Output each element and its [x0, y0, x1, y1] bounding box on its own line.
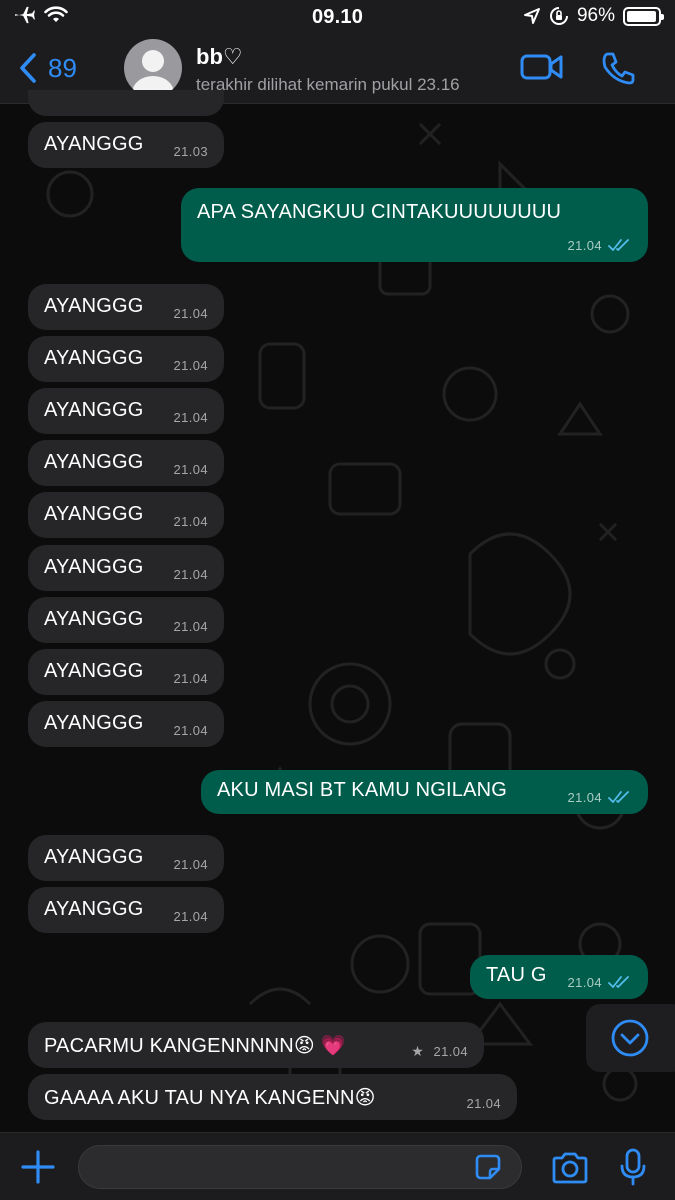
message-text: APA SAYANGKUU CINTAKUUUUUUUU — [197, 201, 562, 223]
chevron-left-icon — [20, 53, 36, 83]
avatar[interactable] — [124, 39, 182, 97]
incoming-message[interactable]: AYANGGG 21.04 — [28, 545, 224, 591]
microphone-icon[interactable] — [618, 1147, 648, 1187]
message-time: 21.04 — [173, 671, 208, 686]
message-time: 21.04 — [567, 238, 602, 253]
incoming-message[interactable]: AYANGGG 21.04 — [28, 492, 224, 538]
outgoing-message[interactable]: AKU MASI BT KAMU NGILANG 21.04 — [201, 770, 648, 814]
default-avatar-icon — [132, 50, 174, 93]
message-time: 21.04 — [173, 857, 208, 872]
incoming-message[interactable]: PACARMU KANGENNNNN😡 💗 21.04 ★ — [28, 1022, 484, 1068]
message-time: 21.04 — [173, 358, 208, 373]
message-time: 21.04 — [173, 567, 208, 582]
contact-name[interactable]: bb♡ — [196, 44, 243, 70]
incoming-message[interactable]: AYANGGG 21.04 — [28, 649, 224, 695]
incoming-message[interactable]: AYANGGG 21.03 — [28, 122, 224, 168]
read-receipt-icon — [608, 791, 629, 803]
incoming-message[interactable]: AYANGGG 21.04 — [28, 597, 224, 643]
incoming-message[interactable]: AYANGGG 21.04 — [28, 835, 224, 881]
back-button[interactable]: 89 — [18, 52, 77, 84]
message-text: AYANGGG — [44, 451, 144, 473]
message-time: 21.04 — [173, 619, 208, 634]
message-text: TAU G — [486, 964, 547, 986]
location-icon — [523, 8, 540, 24]
message-time: 21.04 — [173, 306, 208, 321]
message-text: AYANGGG — [44, 503, 144, 525]
message-text: AYANGGG — [44, 347, 144, 369]
message-text: AYANGGG — [44, 846, 144, 868]
message-time: 21.04 — [173, 723, 208, 738]
video-call-icon[interactable] — [520, 51, 564, 83]
message-text: AYANGGG — [44, 295, 144, 317]
message-text: AYANGGG — [44, 898, 144, 920]
camera-icon[interactable] — [550, 1151, 590, 1185]
message-time: 21.04 — [173, 909, 208, 924]
message-time: 21.04 — [567, 790, 602, 805]
incoming-message[interactable]: AYANGGG 21.04 — [28, 388, 224, 434]
message-time: 21.04 — [433, 1044, 468, 1059]
incoming-message[interactable]: AYANGGG 21.04 — [28, 440, 224, 486]
last-seen-status: terakhir dilihat kemarin pukul 23.16 — [196, 75, 460, 94]
read-receipt-icon — [608, 976, 629, 988]
message-time: 21.03 — [173, 144, 208, 159]
message-time: 21.04 — [567, 975, 602, 990]
incoming-message[interactable]: AYANGGG 21.04 — [28, 336, 224, 382]
incoming-message[interactable]: AYANGGG 21.04 — [28, 284, 224, 330]
message-text: PACARMU KANGENNNNN😡 💗 — [44, 1035, 346, 1057]
incoming-message[interactable]: AYANGGG 21.04 — [28, 887, 224, 933]
message-time: 21.04 — [466, 1096, 501, 1111]
message-text: AYANGGG — [44, 399, 144, 421]
battery-icon — [623, 6, 664, 26]
scroll-to-bottom-button[interactable] — [586, 1004, 675, 1072]
message-text: AYANGGG — [44, 608, 144, 630]
message-text: AYANGGG — [44, 556, 144, 578]
message-time: 21.04 — [173, 410, 208, 425]
message-bubble-partial — [28, 90, 224, 116]
incoming-message[interactable]: GAAAA AKU TAU NYA KANGENN😡 21.04 — [28, 1074, 517, 1120]
message-input[interactable] — [78, 1145, 522, 1189]
status-right: 96% — [523, 5, 664, 27]
message-text: AYANGGG — [44, 660, 144, 682]
incoming-message[interactable]: AYANGGG 21.04 — [28, 701, 224, 747]
chevron-down-circle-icon — [611, 1019, 649, 1057]
message-composer — [0, 1132, 675, 1200]
rotation-lock-icon — [550, 7, 568, 25]
unread-count: 89 — [48, 52, 77, 83]
star-icon: ★ — [411, 1043, 424, 1059]
outgoing-message[interactable]: TAU G 21.04 — [470, 955, 648, 999]
message-text: AYANGGG — [44, 712, 144, 734]
plus-icon[interactable] — [20, 1149, 56, 1185]
message-text: GAAAA AKU TAU NYA KANGENN😡 — [44, 1087, 376, 1109]
status-bar: 09.10 96% — [0, 0, 675, 34]
battery-fill — [627, 10, 656, 22]
message-text: AYANGGG — [44, 133, 144, 155]
phone-icon[interactable] — [600, 51, 636, 85]
sticker-icon[interactable] — [473, 1152, 503, 1182]
read-receipt-icon — [608, 239, 629, 251]
message-time: 21.04 — [173, 514, 208, 529]
message-time: 21.04 — [173, 462, 208, 477]
message-text: AKU MASI BT KAMU NGILANG — [217, 779, 508, 801]
battery-percent: 96% — [576, 5, 615, 26]
outgoing-message[interactable]: APA SAYANGKUU CINTAKUUUUUUUU 21.04 — [181, 188, 648, 262]
